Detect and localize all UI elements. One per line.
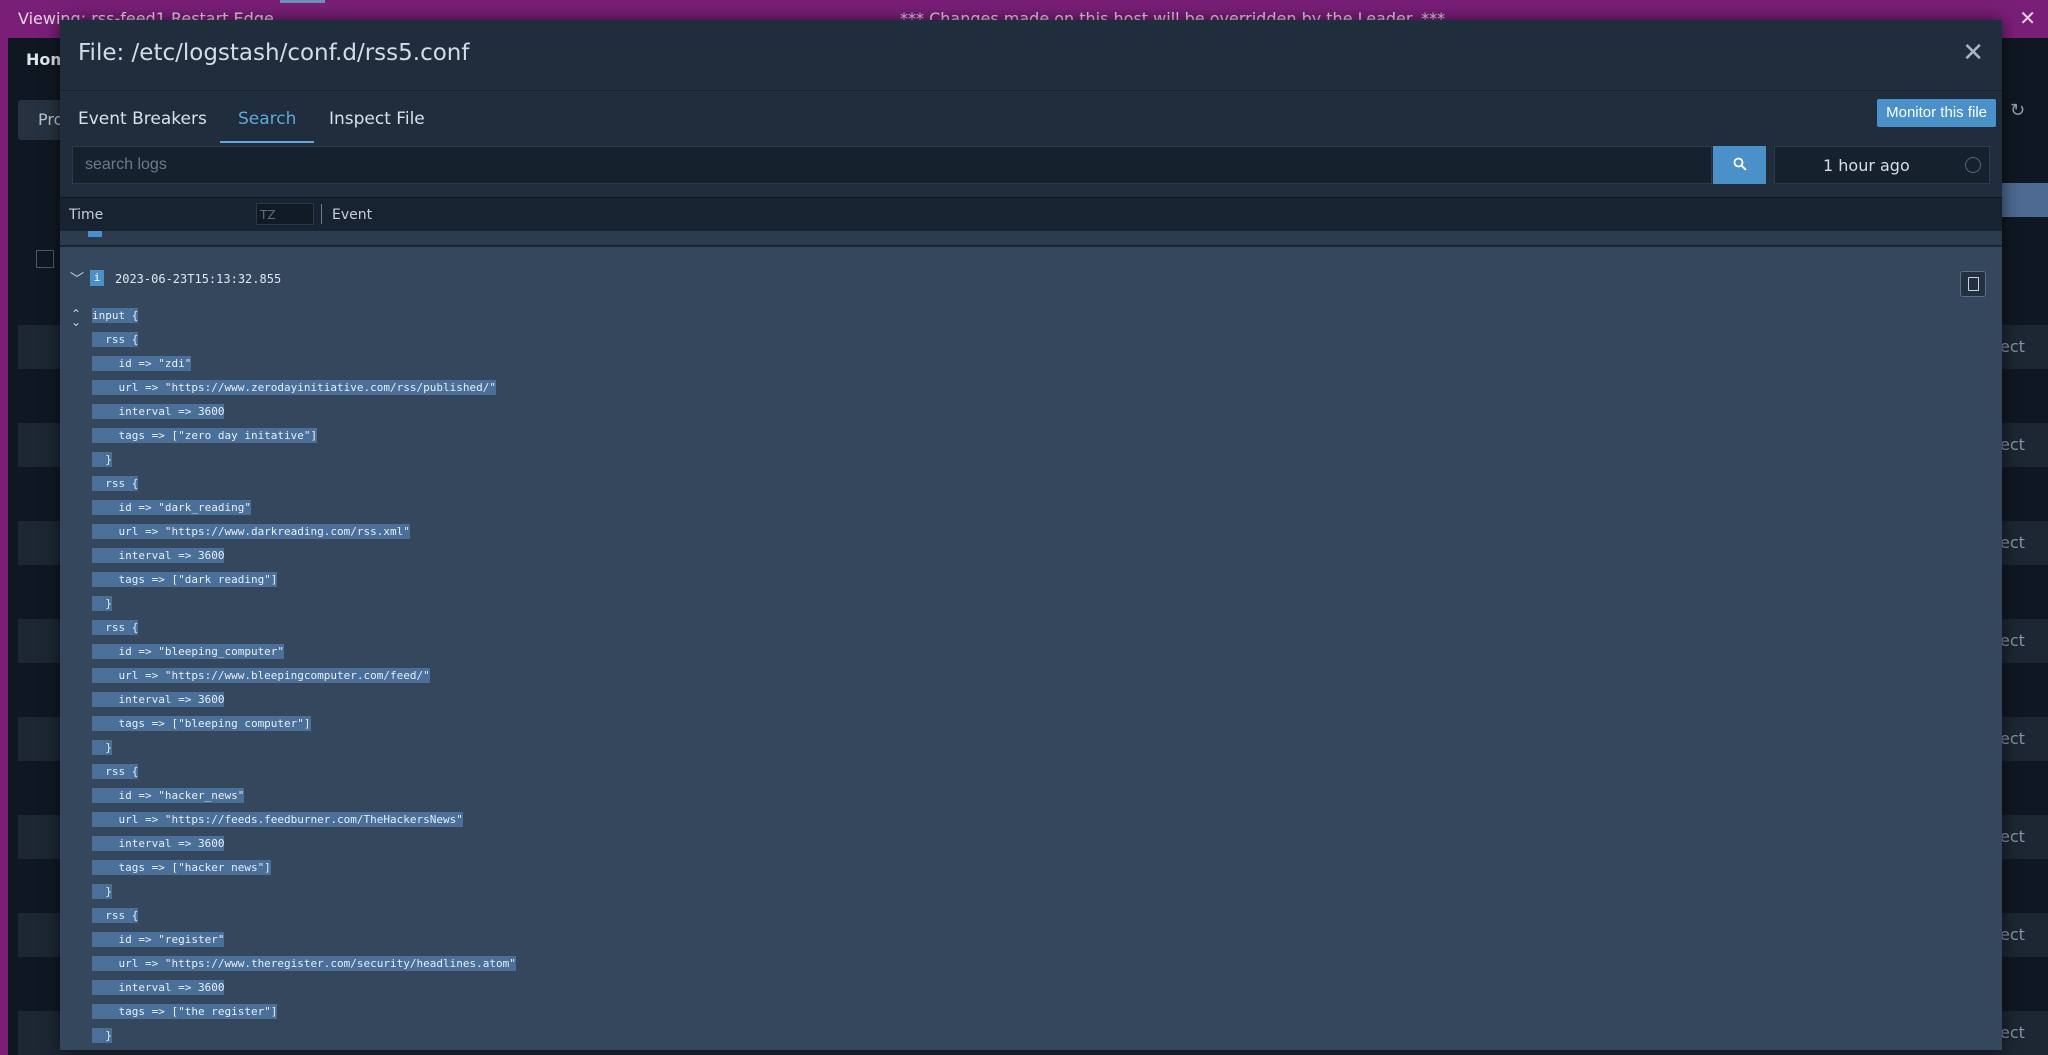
refresh-icon[interactable]: ↻ xyxy=(2010,100,2025,121)
close-icon[interactable]: ✕ xyxy=(1962,38,1984,68)
previous-event-row[interactable] xyxy=(60,231,2002,247)
event-line: url => "https://www.theregister.com/secu… xyxy=(92,956,516,971)
tab-indicator xyxy=(280,0,325,3)
event-row: ﹀ i 2023-06-23T15:13:32.855 ⌃ ⌄ input { r… xyxy=(60,247,2002,1050)
event-line: rss { xyxy=(92,476,139,491)
event-line: url => "https://www.zerodayinitiative.co… xyxy=(92,380,496,395)
bg-row-action[interactable]: ect xyxy=(2000,533,2025,552)
search-input[interactable] xyxy=(72,146,1712,184)
event-line: id => "dark_reading" xyxy=(92,500,251,515)
event-line: interval => 3600 xyxy=(92,692,225,707)
event-line: id => "bleeping_computer" xyxy=(92,644,285,659)
tab-inspect-file[interactable]: Inspect File xyxy=(311,109,443,139)
event-line: id => "zdi" xyxy=(92,356,192,371)
tab-event-breakers[interactable]: Event Breakers xyxy=(60,109,225,139)
time-range-select[interactable]: 1 hour ago xyxy=(1774,146,1990,184)
event-line: tags => ["zero day initative"] xyxy=(92,428,318,443)
event-line: input { xyxy=(92,308,139,323)
modal-tabs: Event Breakers Search Inspect File xyxy=(60,91,2002,153)
event-line: url => "https://www.bleepingcomputer.com… xyxy=(92,668,430,683)
expand-icon[interactable]: ⌃ ⌄ xyxy=(71,308,81,328)
close-icon[interactable]: ✕ xyxy=(2019,6,2036,30)
event-line: tags => ["dark reading"] xyxy=(92,572,278,587)
time-range-value: 1 hour ago xyxy=(1823,156,1910,175)
event-line: interval => 3600 xyxy=(92,404,225,419)
event-line: } xyxy=(92,452,112,467)
event-line: interval => 3600 xyxy=(92,548,225,563)
event-line: rss { xyxy=(92,620,139,635)
event-line: id => "register" xyxy=(92,932,225,947)
copy-icon[interactable] xyxy=(1960,271,1986,297)
event-line: url => "https://www.darkreading.com/rss.… xyxy=(92,524,410,539)
column-divider[interactable] xyxy=(321,204,322,224)
event-line: tags => ["bleeping computer"] xyxy=(92,716,311,731)
search-button[interactable] xyxy=(1713,146,1766,184)
bg-row-action[interactable]: ect xyxy=(2000,827,2025,846)
bg-button[interactable] xyxy=(2000,183,2048,217)
modal-header: File: /etc/logstash/conf.d/rss5.conf ✕ xyxy=(60,20,2002,91)
event-line: id => "hacker_news" xyxy=(92,788,245,803)
clock-icon xyxy=(1965,157,1981,173)
column-event: Event xyxy=(332,207,373,223)
event-line: url => "https://feeds.feedburner.com/The… xyxy=(92,812,463,827)
timezone-input[interactable]: TZ xyxy=(256,203,314,225)
event-line: interval => 3600 xyxy=(92,980,225,995)
event-line: } xyxy=(92,884,112,899)
search-icon xyxy=(1733,157,1747,171)
grid-icon xyxy=(36,250,54,268)
event-line: } xyxy=(92,596,112,611)
bg-row-action[interactable]: ect xyxy=(2000,1023,2025,1042)
results-header: Time TZ Event xyxy=(60,197,2002,232)
event-line: interval => 3600 xyxy=(92,836,225,851)
bg-row-action[interactable]: ect xyxy=(2000,631,2025,650)
file-modal: File: /etc/logstash/conf.d/rss5.conf ✕ E… xyxy=(60,20,2002,1050)
left-edge xyxy=(0,38,8,1055)
event-line: rss { xyxy=(92,908,139,923)
event-line: rss { xyxy=(92,332,139,347)
modal-title: File: /etc/logstash/conf.d/rss5.conf xyxy=(78,40,470,66)
search-row: 1 hour ago xyxy=(72,146,1990,184)
column-time: Time xyxy=(69,207,104,223)
event-line: tags => ["the register"] xyxy=(92,1004,278,1019)
chevron-down-icon[interactable]: ﹀ xyxy=(70,269,84,289)
event-line: tags => ["hacker news"] xyxy=(92,860,271,875)
monitor-file-button[interactable]: Monitor this file xyxy=(1877,99,1996,127)
event-line: } xyxy=(92,1028,112,1043)
event-line: rss { xyxy=(92,764,139,779)
bg-row-action[interactable]: ect xyxy=(2000,925,2025,944)
event-line: } xyxy=(92,740,112,755)
event-badge xyxy=(88,231,102,237)
event-raw-text: input { rss { id => "zdi" url => "https:… xyxy=(92,308,516,1050)
event-timestamp: 2023-06-23T15:13:32.855 xyxy=(115,272,282,286)
bg-row-action[interactable]: ect xyxy=(2000,729,2025,748)
tab-search[interactable]: Search xyxy=(220,109,315,143)
event-badge: i xyxy=(90,270,104,286)
bg-row-action[interactable]: ect xyxy=(2000,337,2025,356)
bg-row-action[interactable]: ect xyxy=(2000,435,2025,454)
